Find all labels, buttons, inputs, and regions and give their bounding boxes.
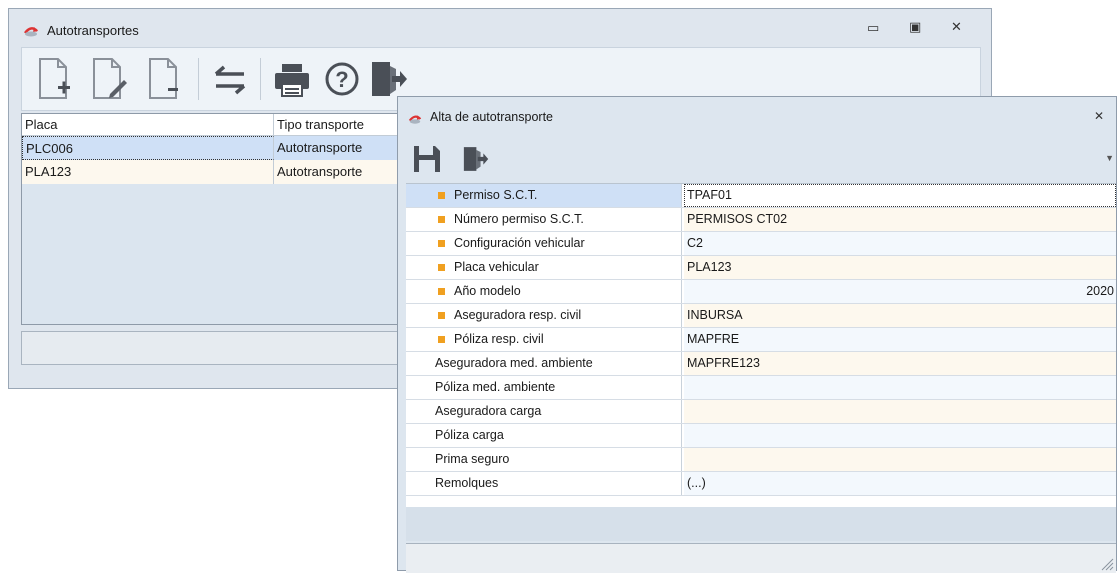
column-header-placa[interactable]: Placa — [22, 114, 274, 135]
column-header-tipo-transporte[interactable]: Tipo transporte — [274, 114, 410, 135]
status-bar — [21, 331, 411, 365]
required-bullet-icon — [438, 312, 445, 319]
property-label: Póliza med. ambiente — [406, 376, 682, 399]
property-row[interactable]: Póliza resp. civil MAPFRE — [406, 328, 1116, 352]
property-label: Remolques — [406, 472, 682, 495]
close-button[interactable]: ✕ — [951, 20, 962, 35]
title-bar: Autotransportes ▭ ▣ ✕ — [9, 9, 991, 47]
delete-document-icon[interactable] — [146, 56, 186, 102]
new-document-icon[interactable] — [36, 56, 76, 102]
edit-document-icon[interactable] — [90, 56, 130, 102]
grid-header: Placa Tipo transporte — [22, 114, 410, 136]
property-row[interactable]: Placa vehicular PLA123 — [406, 256, 1116, 280]
toolbar-separator — [260, 58, 261, 100]
property-row[interactable]: Permiso S.C.T. TPAF01 — [406, 184, 1116, 208]
property-value[interactable]: C2 — [684, 232, 1116, 255]
property-value[interactable]: 2020 — [684, 280, 1116, 303]
property-value[interactable] — [684, 424, 1116, 447]
property-value[interactable] — [684, 448, 1116, 471]
transfer-arrows-icon[interactable] — [210, 56, 250, 102]
print-icon[interactable] — [272, 56, 312, 102]
property-value[interactable]: MAPFRE123 — [684, 352, 1116, 375]
property-value[interactable]: (...) — [684, 472, 1116, 495]
cell-placa: PLC006 — [22, 136, 274, 160]
property-row[interactable]: Póliza med. ambiente — [406, 376, 1116, 400]
autotransportes-grid[interactable]: Placa Tipo transporte PLC006 Autotranspo… — [21, 113, 411, 325]
maximize-button[interactable]: ▣ — [909, 20, 921, 35]
svg-text:?: ? — [335, 67, 348, 92]
property-value[interactable]: PLA123 — [684, 256, 1116, 279]
required-bullet-icon — [438, 336, 445, 343]
property-row[interactable]: Aseguradora resp. civil INBURSA — [406, 304, 1116, 328]
property-label: Permiso S.C.T. — [406, 184, 682, 207]
property-label: Aseguradora med. ambiente — [406, 352, 682, 375]
window-title: Autotransportes — [47, 23, 139, 38]
table-row[interactable]: PLA123 Autotransporte — [22, 160, 410, 184]
resize-grip-icon[interactable] — [1100, 557, 1114, 571]
property-label: Placa vehicular — [406, 256, 682, 279]
property-label: Aseguradora resp. civil — [406, 304, 682, 327]
table-row[interactable]: PLC006 Autotransporte — [22, 136, 410, 160]
dialog-title-bar: Alta de autotransporte ✕ — [398, 97, 1116, 137]
property-value[interactable]: PERMISOS CT02 — [684, 208, 1116, 231]
required-bullet-icon — [438, 240, 445, 247]
toolbar-separator — [198, 58, 199, 100]
cell-placa: PLA123 — [22, 160, 274, 184]
exit-icon[interactable] — [458, 143, 492, 175]
property-grid: Permiso S.C.T. TPAF01 Número permiso S.C.T… — [406, 183, 1116, 508]
toolbar-overflow-icon[interactable]: ▼ — [1105, 153, 1114, 163]
property-row[interactable]: Aseguradora carga — [406, 400, 1116, 424]
minimize-button[interactable]: ▭ — [867, 21, 879, 36]
property-row[interactable]: Aseguradora med. ambiente MAPFRE123 — [406, 352, 1116, 376]
property-value[interactable]: MAPFRE — [684, 328, 1116, 351]
property-label: Número permiso S.C.T. — [406, 208, 682, 231]
required-bullet-icon — [438, 192, 445, 199]
close-button[interactable]: ✕ — [1094, 109, 1104, 123]
required-bullet-icon — [438, 288, 445, 295]
property-label: Póliza resp. civil — [406, 328, 682, 351]
dialog-toolbar: ▼ — [406, 137, 1116, 183]
required-bullet-icon — [438, 216, 445, 223]
property-value[interactable] — [684, 376, 1116, 399]
property-label: Configuración vehicular — [406, 232, 682, 255]
property-row[interactable]: Año modelo 2020 — [406, 280, 1116, 304]
dialog-status-bar — [406, 543, 1116, 573]
property-label: Póliza carga — [406, 424, 682, 447]
property-value[interactable] — [684, 400, 1116, 423]
property-label: Prima seguro — [406, 448, 682, 471]
property-row[interactable]: Configuración vehicular C2 — [406, 232, 1116, 256]
property-row[interactable]: Número permiso S.C.T. PERMISOS CT02 — [406, 208, 1116, 232]
app-logo-icon — [23, 22, 39, 38]
property-value[interactable]: INBURSA — [684, 304, 1116, 327]
required-bullet-icon — [438, 264, 445, 271]
dialog-empty-area — [406, 507, 1116, 541]
property-label: Aseguradora carga — [406, 400, 682, 423]
save-icon[interactable] — [412, 143, 442, 175]
dialog-title: Alta de autotransporte — [430, 110, 553, 124]
cell-tipo: Autotransporte — [277, 164, 363, 179]
property-row[interactable]: Prima seguro — [406, 448, 1116, 472]
property-label: Año modelo — [406, 280, 682, 303]
help-icon[interactable]: ? — [322, 56, 362, 102]
cell-tipo: Autotransporte — [277, 140, 363, 155]
property-row[interactable]: Póliza carga — [406, 424, 1116, 448]
alta-autotransporte-dialog: Alta de autotransporte ✕ ▼ Permiso S.C.T… — [397, 96, 1117, 573]
property-value[interactable]: TPAF01 — [684, 184, 1116, 207]
app-logo-icon — [408, 111, 422, 125]
property-row[interactable]: Remolques (...) — [406, 472, 1116, 496]
